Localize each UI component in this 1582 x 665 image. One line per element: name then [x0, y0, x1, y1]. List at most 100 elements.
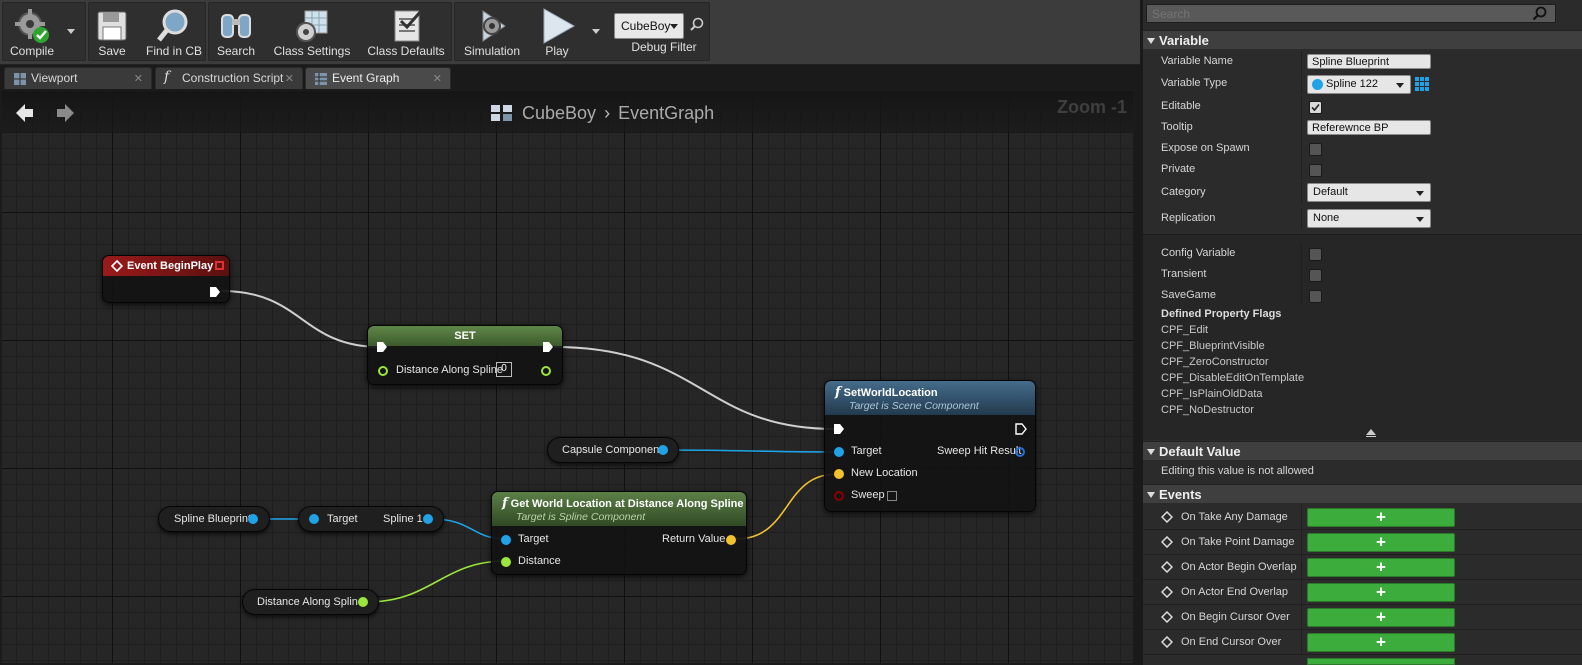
event-graph-canvas[interactable]: CubeBoy › EventGraph Zoom -1 Event Begin…: [0, 89, 1135, 665]
class-settings-icon: [296, 10, 328, 42]
object-in-pin[interactable]: [501, 535, 511, 545]
variable-type-value: Spline 122: [1326, 78, 1378, 90]
add-event-button-partial[interactable]: [1307, 658, 1455, 665]
transient-checkbox[interactable]: [1309, 269, 1322, 282]
object-type-icon: [1312, 79, 1323, 90]
node-subtitle: Target is Scene Component: [849, 400, 979, 412]
search-icon[interactable]: [690, 17, 704, 31]
close-icon[interactable]: ✕: [433, 72, 442, 85]
section-variable[interactable]: Variable: [1143, 30, 1582, 49]
class-settings-button[interactable]: Class Settings: [267, 3, 357, 62]
node-title: Event BeginPlay: [127, 260, 214, 272]
debug-object-select[interactable]: CubeBoy: [614, 13, 684, 39]
object-in-pin[interactable]: [309, 514, 319, 524]
row-category: Category Default: [1143, 182, 1582, 203]
node-get-world-location-at-distance[interactable]: f Get World Location at Distance Along S…: [491, 491, 747, 575]
float-in-pin[interactable]: [501, 557, 511, 567]
class-defaults-button[interactable]: Class Defaults: [361, 3, 451, 62]
add-event-button[interactable]: +: [1307, 557, 1455, 577]
node-spline-blueprint[interactable]: Spline Blueprint: [158, 506, 270, 532]
find-in-cb-button[interactable]: Find in CB: [141, 3, 207, 62]
expose-on-spawn-checkbox[interactable]: [1309, 143, 1322, 156]
class-group: Search Class Settings Class Defaults: [208, 2, 452, 61]
compile-options-dropdown[interactable]: [67, 29, 75, 34]
variable-type-dropdown[interactable]: Spline 122: [1307, 75, 1411, 94]
breadcrumb: CubeBoy › EventGraph: [490, 99, 714, 127]
play-button[interactable]: Play: [531, 3, 583, 62]
exec-in-pin[interactable]: [376, 341, 388, 353]
node-distance-along-spline[interactable]: Distance Along Spline: [242, 589, 379, 615]
row-replication: Replication None: [1143, 208, 1582, 229]
close-icon[interactable]: ✕: [134, 72, 143, 85]
variable-name-input[interactable]: Spline Blueprint: [1307, 54, 1431, 69]
add-event-button[interactable]: +: [1307, 532, 1455, 552]
save-button[interactable]: Save: [89, 3, 135, 62]
sweep-checkbox[interactable]: [887, 491, 897, 501]
forward-arrow-icon[interactable]: [54, 101, 78, 125]
prop-label: Variable Name: [1161, 55, 1233, 67]
grid-icon[interactable]: [1415, 77, 1429, 91]
node-set-world-location[interactable]: f SetWorldLocation Target is Scene Compo…: [824, 380, 1036, 512]
function-icon: f: [502, 496, 508, 511]
object-out-pin[interactable]: [248, 514, 258, 524]
object-in-pin[interactable]: [834, 447, 844, 457]
exec-in-pin[interactable]: [833, 423, 845, 435]
pin-label: Sweep Hit Result: [937, 445, 1022, 457]
node-capsule-component[interactable]: Capsule Component: [547, 437, 679, 463]
details-panel: Variable Variable Name Spline Blueprint …: [1140, 0, 1582, 665]
event-diamond-icon: [1161, 611, 1173, 623]
struct-out-pin[interactable]: [1015, 447, 1025, 457]
node-event-beginplay[interactable]: Event BeginPlay: [102, 255, 230, 303]
config-variable-checkbox[interactable]: [1309, 248, 1322, 261]
details-search-input[interactable]: [1146, 4, 1556, 23]
node-get-spline1[interactable]: Target Spline 1: [298, 506, 444, 532]
float-value-input[interactable]: 0: [496, 362, 512, 377]
play-options-dropdown[interactable]: [592, 29, 600, 34]
add-event-button[interactable]: +: [1307, 632, 1455, 652]
vector-in-pin[interactable]: [834, 469, 844, 479]
add-event-button[interactable]: +: [1307, 582, 1455, 602]
float-in-pin[interactable]: [378, 366, 388, 376]
section-events[interactable]: Events: [1143, 484, 1582, 503]
object-out-pin[interactable]: [423, 514, 433, 524]
exec-out-pin[interactable]: [542, 341, 554, 353]
savegame-checkbox[interactable]: [1309, 290, 1322, 303]
tab-construction-script[interactable]: f Construction Script ✕: [155, 67, 303, 89]
section-default-value[interactable]: Default Value: [1143, 441, 1582, 460]
replication-dropdown[interactable]: None: [1307, 209, 1431, 228]
node-header: Event BeginPlay: [103, 256, 229, 276]
breadcrumb-blueprint[interactable]: CubeBoy: [522, 103, 596, 124]
delegate-pin[interactable]: [215, 261, 224, 270]
exec-out-pin[interactable]: [1015, 423, 1027, 435]
float-out-pin[interactable]: [541, 366, 551, 376]
back-arrow-icon[interactable]: [12, 101, 36, 125]
float-out-pin[interactable]: [358, 597, 368, 607]
add-event-button[interactable]: +: [1307, 507, 1455, 527]
node-set-variable[interactable]: SET Distance Along Spline 0: [367, 325, 563, 385]
search-button[interactable]: Search: [211, 3, 261, 62]
plus-icon: +: [1376, 582, 1386, 602]
tab-event-graph[interactable]: Event Graph ✕: [305, 67, 451, 89]
collapse-advanced-icon[interactable]: [1366, 429, 1376, 435]
bool-in-pin[interactable]: [834, 491, 844, 501]
tab-viewport[interactable]: Viewport ✕: [4, 67, 152, 89]
simulation-button[interactable]: Simulation: [457, 3, 527, 62]
object-out-pin[interactable]: [658, 445, 668, 455]
add-event-button[interactable]: +: [1307, 607, 1455, 627]
tooltip-input[interactable]: Referewnce BP: [1307, 120, 1431, 135]
vector-out-pin[interactable]: [726, 535, 736, 545]
compile-button[interactable]: Compile: [3, 3, 61, 62]
section-title: Events: [1159, 487, 1202, 502]
editable-checkbox[interactable]: [1309, 101, 1322, 114]
node-header: f SetWorldLocation Target is Scene Compo…: [825, 381, 1035, 415]
property-flags-title: Defined Property Flags: [1161, 308, 1282, 320]
private-checkbox[interactable]: [1309, 164, 1322, 177]
event-diamond-icon: [1161, 511, 1173, 523]
prop-label: Tooltip: [1161, 121, 1193, 133]
row-config-variable: Config Variable: [1143, 243, 1582, 264]
close-icon[interactable]: ✕: [285, 72, 294, 85]
event-label: On Take Any Damage: [1181, 511, 1288, 523]
category-dropdown[interactable]: Default: [1307, 183, 1431, 202]
exec-out-pin[interactable]: [209, 286, 221, 298]
debug-object-value: CubeBoy: [621, 19, 671, 33]
